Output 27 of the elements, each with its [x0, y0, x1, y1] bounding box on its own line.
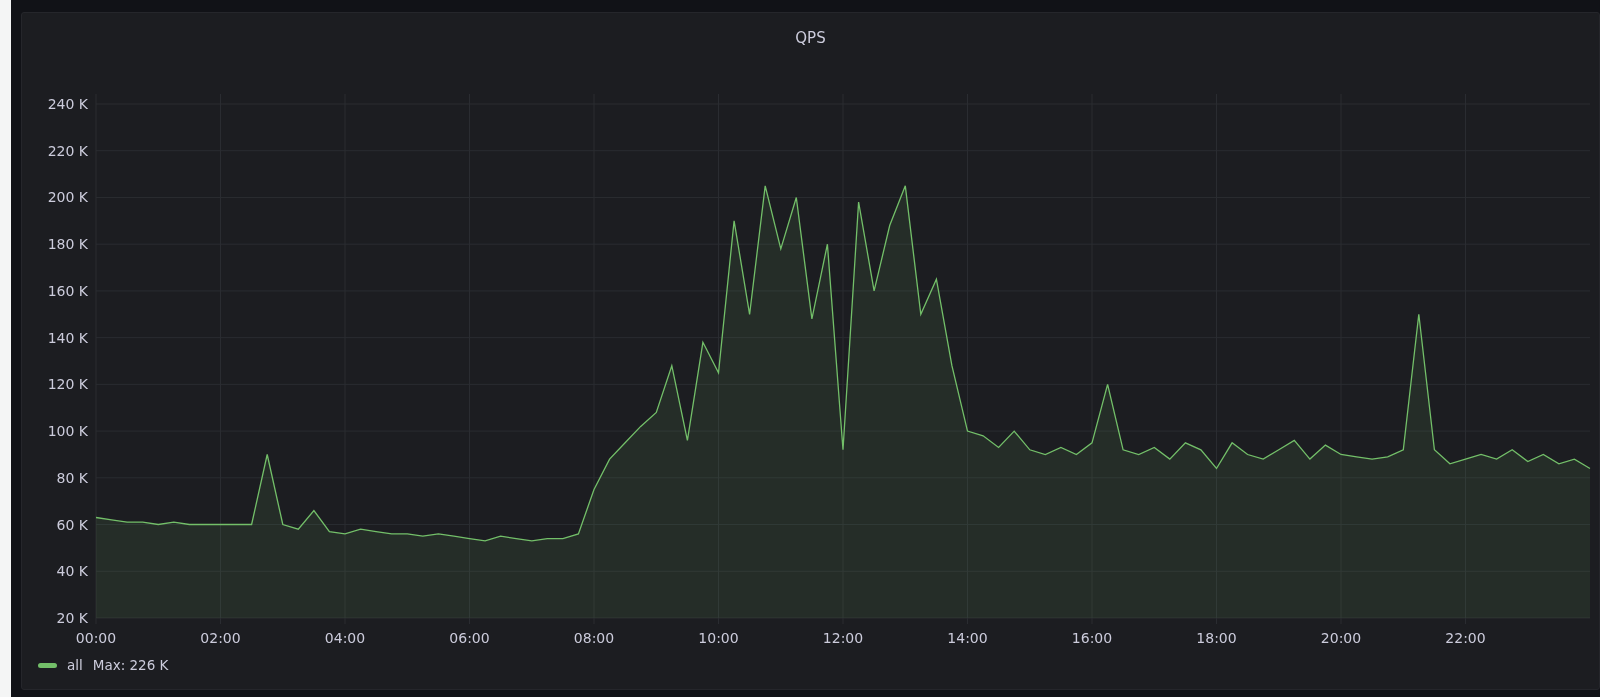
x-axis-label: 22:00 [1445, 630, 1486, 646]
x-axis-label: 06:00 [449, 630, 490, 646]
y-axis-label: 40 K [56, 563, 88, 580]
y-axis-label: 120 K [47, 376, 88, 393]
y-axis-label: 20 K [56, 610, 88, 626]
y-axis-label: 160 K [47, 282, 88, 299]
x-axis-label: 10:00 [698, 630, 739, 646]
panel-title: QPS [794, 29, 827, 49]
x-axis-label: 16:00 [1071, 630, 1113, 646]
legend-series-name[interactable]: all [67, 657, 83, 673]
y-axis-label: 180 K [47, 236, 88, 253]
x-axis-label: 14:00 [947, 630, 988, 646]
y-axis-label: 240 K [47, 96, 88, 112]
y-axis-label: 100 K [47, 423, 88, 440]
x-axis-label: 02:00 [200, 630, 241, 646]
y-axis-label: 140 K [47, 329, 88, 346]
x-axis-label: 08:00 [573, 630, 615, 646]
x-axis-label: 20:00 [1320, 630, 1362, 646]
y-axis-label: 60 K [56, 516, 88, 533]
x-axis-label: 04:00 [324, 630, 366, 646]
x-axis-label: 18:00 [1196, 630, 1237, 646]
y-axis-label: 80 K [56, 469, 88, 486]
y-axis-label: 220 K [47, 142, 88, 159]
legend-max-value: Max: 226 K [92, 657, 169, 673]
x-axis-label: 00:00 [75, 630, 117, 646]
x-axis-label: 12:00 [822, 630, 864, 646]
y-axis-label: 200 K [47, 189, 88, 206]
